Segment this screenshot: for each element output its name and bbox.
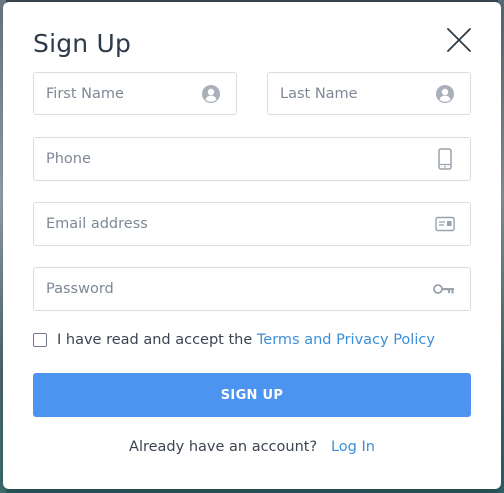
email-field [33, 202, 471, 246]
terms-checkbox[interactable] [33, 333, 47, 347]
email-input[interactable] [34, 203, 470, 245]
first-name-field [33, 72, 237, 115]
key-icon [432, 278, 456, 300]
terms-link[interactable]: Terms and Privacy Policy [257, 332, 435, 348]
terms-text: I have read and accept the [57, 332, 253, 348]
phone-field [33, 137, 471, 181]
last-name-field [267, 72, 471, 115]
login-prompt-text: Already have an account? [129, 439, 318, 455]
terms-row: I have read and accept the Terms and Pri… [33, 332, 435, 348]
password-field [33, 267, 471, 311]
user-circle-icon [200, 83, 222, 105]
id-card-icon [434, 213, 456, 235]
signup-modal: Sign Up First Name Last Name Phone Email… [3, 2, 501, 489]
login-link[interactable]: Log In [331, 439, 375, 455]
user-circle-icon [434, 83, 456, 105]
sign-up-button[interactable]: SIGN UP [33, 373, 471, 417]
phone-input[interactable] [34, 138, 470, 180]
password-input[interactable] [34, 268, 470, 310]
login-prompt: Already have an account? Log In [3, 439, 501, 455]
close-button[interactable] [443, 24, 475, 56]
phone-icon [434, 148, 456, 170]
modal-title: Sign Up [33, 29, 132, 58]
close-icon [447, 28, 471, 52]
login-prompt-space [322, 439, 327, 455]
